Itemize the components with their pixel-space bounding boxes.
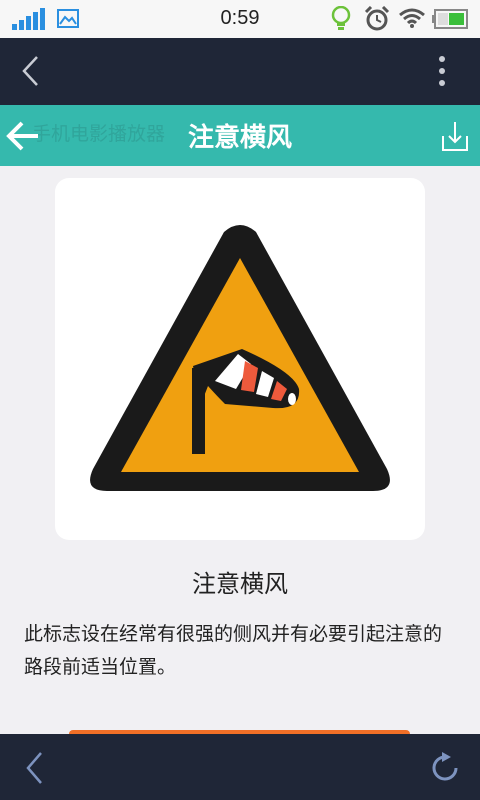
browser-toolbar	[0, 38, 480, 105]
more-vertical-icon[interactable]	[436, 55, 448, 89]
bottom-navigation-bar	[0, 734, 480, 800]
sign-description: 此标志设在经常有很强的侧风并有必要引起注意的路段前适当位置。	[24, 623, 443, 678]
page-title: 注意横风	[187, 123, 292, 153]
battery-icon	[432, 9, 468, 29]
wifi-icon	[399, 8, 425, 28]
status-bar: 0:59	[0, 0, 480, 38]
crosswind-warning-sign-icon	[90, 225, 390, 491]
alarm-clock-icon	[364, 6, 390, 31]
content-area: 注意横风 此标志设在经常有很强的侧风并有必要引起注意的路段前适当位置。	[0, 166, 480, 734]
chevron-left-icon[interactable]	[20, 55, 42, 87]
lightbulb-icon	[331, 6, 351, 30]
app-title-bar: 手机电影播放器 注意横风	[0, 105, 480, 166]
refresh-icon[interactable]	[430, 752, 462, 784]
chevron-left-icon[interactable]	[24, 751, 46, 785]
download-icon[interactable]	[441, 120, 469, 152]
sign-name: 注意横风	[192, 570, 288, 598]
sign-image-card	[55, 178, 425, 540]
